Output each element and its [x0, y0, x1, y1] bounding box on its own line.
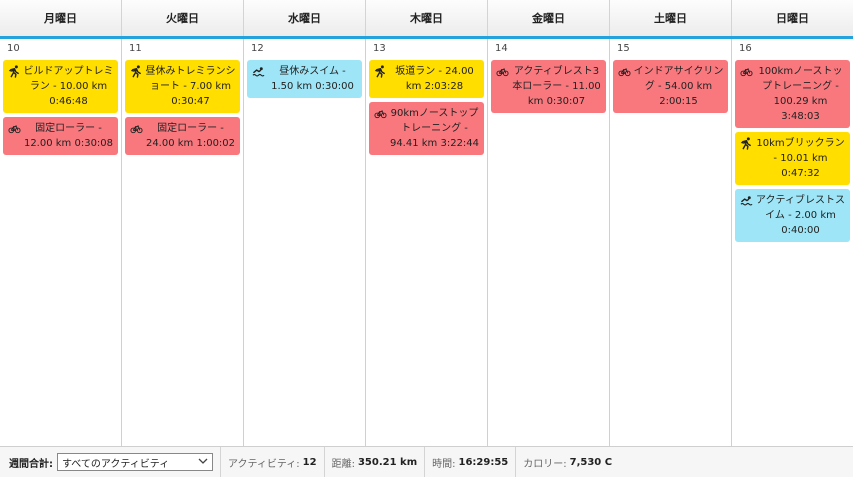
activity-event-text: 坂道ラン - 24.00 km 2:03:28 [395, 66, 474, 92]
day-number: 13 [373, 43, 386, 54]
activity-event-text: 昼休みトレミランショート - 7.00 km 0:30:47 [145, 66, 236, 107]
distance-label: 距離: [331, 458, 355, 470]
day-column[interactable]: 11 昼休みトレミランショート - 7.00 km 0:30:47 固定ローラー -… [122, 39, 244, 446]
activity-event-run[interactable]: 坂道ラン - 24.00 km 2:03:28 [369, 60, 484, 98]
activity-event-text: 固定ローラー - 12.00 km 0:30:08 [23, 123, 114, 149]
bike-icon [374, 107, 389, 121]
activity-event-bike[interactable]: 固定ローラー - 12.00 km 0:30:08 [3, 117, 118, 155]
activity-event-run[interactable]: 昼休みトレミランショート - 7.00 km 0:30:47 [125, 60, 240, 113]
activity-event-bike[interactable]: 100kmノーストップトレーニング - 100.29 km 3:48:03 [735, 60, 850, 128]
chevron-down-icon [198, 457, 208, 468]
activity-event-bike[interactable]: インドアサイクリング - 54.00 km 2:00:15 [613, 60, 728, 113]
weekday-header: 月曜日 火曜日 水曜日 木曜日 金曜日 土曜日 日曜日 [0, 0, 853, 37]
time-total: 16:29:55 [458, 456, 509, 468]
bike-icon [496, 65, 511, 79]
header-monday: 月曜日 [0, 0, 122, 36]
activity-event-text: 固定ローラー - 24.00 km 1:00:02 [145, 123, 236, 149]
swim-icon [740, 194, 755, 208]
header-friday: 金曜日 [488, 0, 610, 36]
activities-count: 12 [302, 456, 317, 468]
activity-event-swim[interactable]: アクティブレストスイム - 2.00 km 0:40:00 [735, 189, 850, 242]
activity-event-text: アクティブレスト3本ローラー - 11.00 km 0:30:07 [512, 66, 601, 107]
weekly-total-label: 週間合計: [9, 458, 53, 470]
day-column[interactable]: 14 アクティブレスト3本ローラー - 11.00 km 0:30:07 [488, 39, 610, 446]
day-number: 10 [7, 43, 20, 54]
calories-total: 7,530 C [569, 456, 613, 468]
day-number: 11 [129, 43, 142, 54]
activity-event-bike[interactable]: アクティブレスト3本ローラー - 11.00 km 0:30:07 [491, 60, 606, 113]
activity-event-swim[interactable]: 昼休みスイム - 1.50 km 0:30:00 [247, 60, 362, 98]
day-column[interactable]: 12 昼休みスイム - 1.50 km 0:30:00 [244, 39, 366, 446]
running-icon [374, 65, 389, 79]
day-number: 14 [495, 43, 508, 54]
activity-event-bike[interactable]: 固定ローラー - 24.00 km 1:00:02 [125, 117, 240, 155]
bike-icon [8, 122, 23, 136]
swim-icon [252, 65, 267, 79]
activity-event-text: インドアサイクリング - 54.00 km 2:00:15 [633, 66, 724, 107]
activity-filter-value: すべてのアクティビティ [62, 458, 170, 470]
header-wednesday: 水曜日 [244, 0, 366, 36]
activity-event-text: 10kmブリックラン - 10.01 km 0:47:32 [756, 138, 845, 179]
day-column[interactable]: 10 ビルドアップトレミラン - 10.00 km 0:46:48 固定ローラー -… [0, 39, 122, 446]
time-label: 時間: [432, 458, 456, 470]
day-column[interactable]: 16 100kmノーストップトレーニング - 100.29 km 3:48:03 1… [732, 39, 853, 446]
day-number: 12 [251, 43, 264, 54]
distance-total: 350.21 km [357, 456, 418, 468]
running-icon [8, 65, 23, 79]
calendar-grid: 10 ビルドアップトレミラン - 10.00 km 0:46:48 固定ローラー -… [0, 39, 853, 446]
bike-icon [618, 65, 633, 79]
running-icon [740, 137, 755, 151]
activity-event-text: 昼休みスイム - 1.50 km 0:30:00 [271, 66, 354, 92]
header-tuesday: 火曜日 [122, 0, 244, 36]
day-number: 15 [617, 43, 630, 54]
activity-event-bike[interactable]: 90kmノーストップトレーニング - 94.41 km 3:22:44 [369, 102, 484, 155]
day-number: 16 [739, 43, 752, 54]
bike-icon [740, 65, 755, 79]
activities-label: アクティビティ: [228, 458, 300, 470]
activity-filter-select[interactable]: すべてのアクティビティ [57, 453, 213, 471]
activity-event-run[interactable]: ビルドアップトレミラン - 10.00 km 0:46:48 [3, 60, 118, 113]
header-sunday: 日曜日 [776, 12, 809, 25]
header-thursday: 木曜日 [366, 0, 488, 36]
day-column[interactable]: 15 インドアサイクリング - 54.00 km 2:00:15 [610, 39, 732, 446]
activity-event-text: ビルドアップトレミラン - 10.00 km 0:46:48 [23, 66, 114, 107]
running-icon [130, 65, 145, 79]
header-saturday: 土曜日 [610, 0, 732, 36]
bike-icon [130, 122, 145, 136]
calories-label: カロリー: [523, 458, 567, 470]
activity-event-text: 90kmノーストップトレーニング - 94.41 km 3:22:44 [389, 108, 480, 149]
activity-event-text: 100kmノーストップトレーニング - 100.29 km 3:48:03 [758, 66, 843, 122]
day-column[interactable]: 13 坂道ラン - 24.00 km 2:03:28 90kmノーストップトレーニン… [366, 39, 488, 446]
activity-event-text: アクティブレストスイム - 2.00 km 0:40:00 [756, 195, 845, 236]
weekly-summary-bar: 週間合計: すべてのアクティビティ アクティビティ: 12 距離: 350.21… [0, 446, 853, 477]
activity-event-run[interactable]: 10kmブリックラン - 10.01 km 0:47:32 [735, 132, 850, 185]
